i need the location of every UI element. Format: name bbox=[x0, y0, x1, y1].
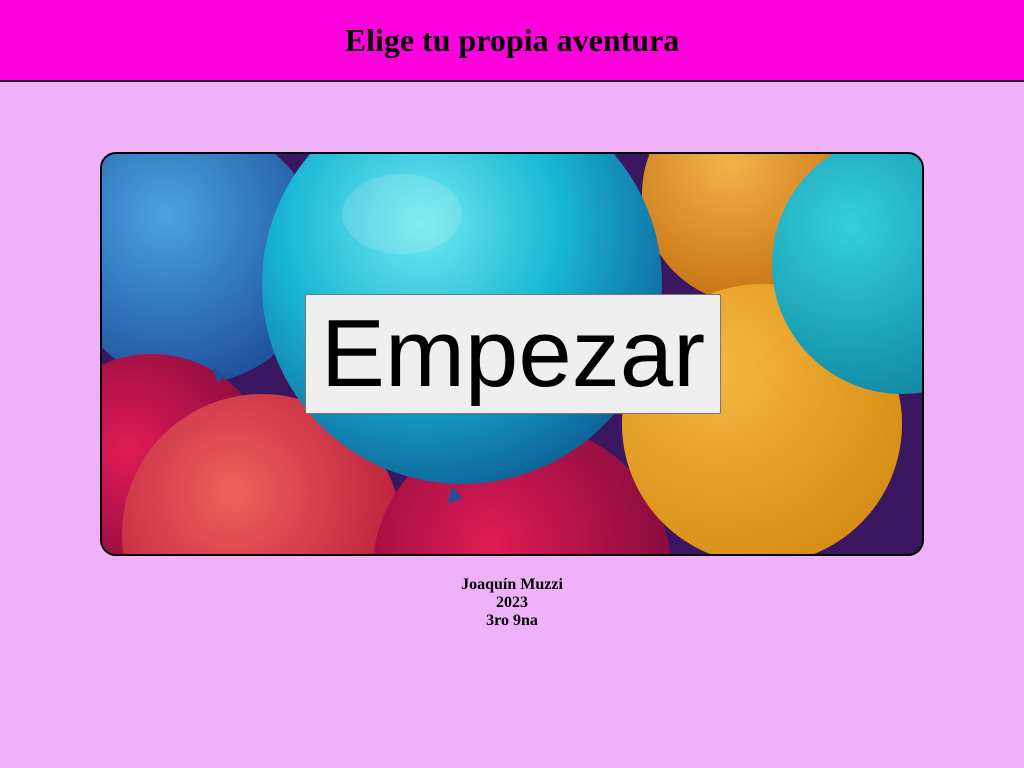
course-label: 3ro 9na bbox=[486, 612, 538, 629]
year-label: 2023 bbox=[496, 594, 528, 611]
page-footer: Joaquín Muzzi 2023 3ro 9na bbox=[0, 576, 1024, 630]
page-title: Elige tu propia aventura bbox=[344, 21, 680, 58]
hero-banner: Empezar bbox=[100, 152, 924, 556]
page-header: Elige tu propia aventura bbox=[0, 0, 1024, 82]
start-button[interactable]: Empezar bbox=[305, 294, 721, 414]
author-name: Joaquín Muzzi bbox=[461, 576, 563, 593]
